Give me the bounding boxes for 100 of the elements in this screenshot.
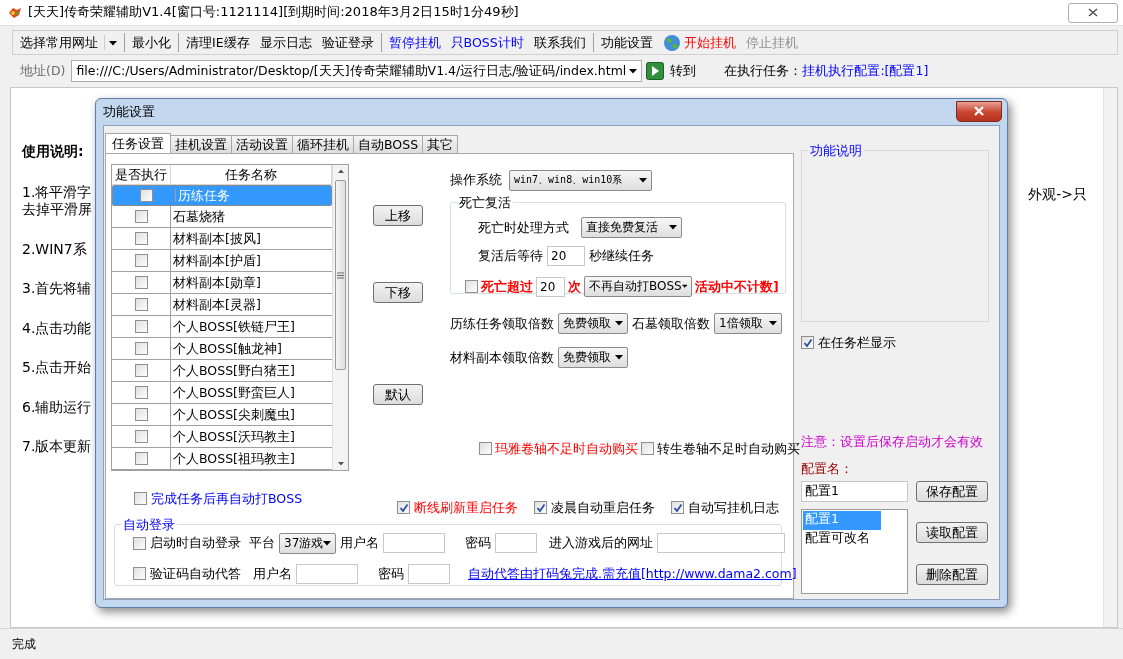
checkbox-label: 玛雅卷轴不足时自动购买 — [495, 441, 638, 457]
scrollbar[interactable] — [332, 165, 348, 470]
checkbox[interactable] — [465, 280, 478, 293]
input-field[interactable]: 配置1 — [801, 480, 908, 502]
checkbox[interactable] — [134, 210, 148, 223]
checkbox[interactable] — [134, 364, 148, 377]
checkbox[interactable] — [534, 501, 547, 515]
table-row[interactable]: 材料副本[勋章] — [112, 272, 332, 294]
scroll-thumb[interactable] — [335, 180, 346, 370]
link[interactable]: 自动代答由打码兔完成.需充值[http://www.dama2.com] — [468, 565, 797, 582]
input-field[interactable] — [495, 533, 538, 554]
checkbox[interactable] — [133, 536, 146, 550]
caret-icon — [629, 68, 638, 74]
checkbox[interactable] — [134, 492, 147, 506]
label: 石墓领取倍数 — [632, 315, 710, 332]
checkbox[interactable] — [134, 430, 148, 443]
move-down-button[interactable]: 下移 — [373, 282, 423, 303]
table-row[interactable]: 个人BOSS[祖玛教主] — [112, 448, 332, 470]
checkbox[interactable] — [134, 232, 148, 245]
dropdown[interactable]: 37游戏 — [279, 532, 337, 554]
tab[interactable]: 其它 — [422, 135, 459, 153]
table-row[interactable]: 个人BOSS[野蛮巨人] — [112, 382, 332, 404]
table-row[interactable]: 材料副本[披风] — [112, 228, 332, 250]
table-row[interactable]: 材料副本[护盾] — [112, 250, 332, 272]
move-up-button[interactable]: 上移 — [373, 205, 423, 226]
caret-icon — [615, 321, 623, 326]
checkbox[interactable] — [479, 442, 492, 456]
toolbar-button[interactable]: 清理IE缓存 — [181, 34, 255, 51]
input-field[interactable]: 20 — [547, 246, 585, 266]
table-row[interactable]: 个人BOSS[触龙神] — [112, 338, 332, 360]
close-button[interactable] — [956, 100, 1002, 122]
table-row[interactable]: 个人BOSS[尖刺魔虫] — [112, 404, 332, 426]
toolbar-button[interactable]: 验证登录 — [316, 34, 379, 51]
dropdown[interactable]: 1倍领取 — [714, 313, 782, 334]
input-field[interactable] — [657, 533, 786, 554]
checkbox[interactable] — [641, 442, 654, 456]
table-cell-text: 个人BOSS[野蛮巨人] — [172, 383, 296, 402]
table-row[interactable]: 个人BOSS[沃玛教主] — [112, 426, 332, 448]
toolbar-button[interactable]: 功能设置 — [595, 34, 658, 51]
scrollbar[interactable] — [1103, 88, 1117, 627]
close-button[interactable] — [1068, 2, 1118, 23]
input-field[interactable] — [408, 563, 450, 584]
url-dropdown[interactable]: 选择常用网址 — [15, 34, 122, 51]
table-cell-text: 历练任务 — [177, 187, 231, 204]
checkbox[interactable] — [134, 452, 148, 465]
address-label: 地址(D) — [20, 63, 66, 79]
instruction-text: 6.辅助运行 — [22, 398, 93, 416]
dropdown[interactable]: 直接免费复活 — [581, 217, 682, 238]
table-row[interactable]: 材料副本[灵器] — [112, 294, 332, 316]
checkbox[interactable] — [671, 501, 684, 515]
table-cell-text: 个人BOSS[野白猪王] — [172, 361, 296, 380]
label: 操作系统 — [450, 172, 502, 188]
list-item[interactable]: 配置可改名 — [803, 529, 881, 549]
table-cell-text: 材料副本[勋章] — [172, 273, 262, 292]
delete-button[interactable]: 删除配置 — [916, 563, 988, 585]
go-button[interactable]: 转到 — [642, 62, 697, 80]
caret-icon — [681, 284, 687, 289]
checkbox[interactable] — [134, 276, 148, 289]
table-cell-text: 个人BOSS[沃玛教主] — [172, 427, 296, 446]
toolbar-button[interactable]: 显示日志 — [254, 34, 317, 51]
tab[interactable]: 自动BOSS — [353, 135, 424, 153]
instruction-text: 3.首先将辅 — [22, 280, 93, 298]
checkbox[interactable] — [133, 567, 146, 581]
tab[interactable]: 循环挂机 — [292, 135, 354, 153]
label: 材料副本领取倍数 — [450, 349, 554, 366]
checkbox[interactable] — [139, 189, 153, 202]
checkbox[interactable] — [134, 298, 148, 311]
input-field[interactable]: 20 — [536, 276, 565, 297]
dropdown[interactable]: 不再自动打BOSS — [584, 276, 692, 297]
input-field[interactable] — [296, 563, 358, 584]
save-button[interactable]: 保存配置 — [916, 480, 988, 502]
input-field[interactable] — [383, 533, 446, 554]
toolbar-button[interactable]: 暂停挂机 — [383, 34, 446, 51]
toolbar-button[interactable]: 只BOSS计时 — [445, 34, 529, 51]
tab[interactable]: 挂机设置 — [170, 135, 232, 153]
task-label: 在执行任务： — [724, 63, 803, 79]
checkbox[interactable] — [397, 501, 410, 515]
checkbox[interactable] — [134, 320, 148, 333]
checkbox-label: 在任务栏显示 — [818, 335, 896, 351]
tab[interactable]: 活动设置 — [231, 135, 293, 153]
checkbox[interactable] — [134, 386, 148, 399]
toolbar-button[interactable]: 联系我们 — [528, 34, 591, 51]
table-row[interactable]: 个人BOSS[铁链尸王] — [112, 316, 332, 338]
checkbox[interactable] — [801, 336, 814, 350]
checkbox[interactable] — [134, 254, 148, 267]
close-icon — [973, 106, 985, 116]
checkbox[interactable] — [134, 408, 148, 421]
load-button[interactable]: 读取配置 — [916, 521, 988, 543]
table-row[interactable]: 石墓烧猪 — [112, 206, 332, 228]
table-row[interactable]: 个人BOSS[野白猪王] — [112, 360, 332, 382]
address-field[interactable]: file:///C:/Users/Administrator/Desktop/[天天]传奇荣耀辅助V1.4/运行日志/验证码/index.html — [71, 60, 643, 82]
dropdown[interactable]: win7、win8、win10系 — [509, 169, 652, 191]
dropdown[interactable]: 免费领取 — [558, 347, 628, 368]
window-title: [天天]传奇荣耀辅助V1.4[窗口号:1121114][到期时间:2018年3月2日15时1分49秒] — [28, 4, 519, 21]
tab[interactable]: 任务设置 — [105, 133, 171, 153]
checkbox[interactable] — [134, 342, 148, 355]
toolbar-button[interactable]: 开始挂机 — [657, 33, 741, 52]
dropdown[interactable]: 免费领取 — [558, 313, 628, 334]
default-button[interactable]: 默认 — [373, 384, 423, 405]
toolbar-button[interactable]: 最小化 — [127, 34, 176, 51]
